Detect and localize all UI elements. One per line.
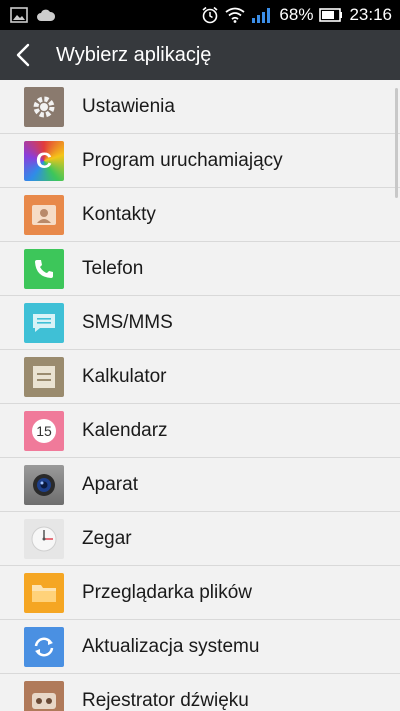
cloud-notification-icon (36, 8, 56, 22)
list-item-camera[interactable]: Aparat (0, 458, 400, 512)
list-item-calculator[interactable]: Kalkulator (0, 350, 400, 404)
app-label: Kalendarz (82, 420, 168, 441)
system-update-icon (24, 627, 64, 667)
app-label: Zegar (82, 528, 132, 549)
page-title: Wybierz aplikację (56, 43, 212, 66)
app-label: Kontakty (82, 204, 156, 225)
calendar-icon: 15 (24, 411, 64, 451)
app-label: Ustawienia (82, 96, 175, 117)
list-item-settings[interactable]: Ustawienia (0, 80, 400, 134)
sound-recorder-icon (24, 681, 64, 711)
clock-time: 23:16 (349, 5, 392, 24)
app-label: Aktualizacja systemu (82, 636, 260, 657)
clock-icon (24, 519, 64, 559)
svg-text:15: 15 (36, 423, 52, 439)
app-label: Telefon (82, 258, 144, 279)
battery-percent: 68% (279, 5, 314, 24)
sms-icon (24, 303, 64, 343)
list-item-file-manager[interactable]: Przeglądarka plików (0, 566, 400, 620)
launcher-icon: C (24, 141, 64, 181)
list-item-sound-recorder[interactable]: Rejestrator dźwięku (0, 674, 400, 711)
app-label: SMS/MMS (82, 312, 173, 333)
status-bar: 68% 23:16 (0, 0, 400, 30)
phone-icon (24, 249, 64, 289)
list-item-contacts[interactable]: Kontakty (0, 188, 400, 242)
app-label: Program uruchamiający (82, 150, 283, 171)
list-item-sms[interactable]: SMS/MMS (0, 296, 400, 350)
list-item-launcher[interactable]: C Program uruchamiający (0, 134, 400, 188)
signal-icon (251, 7, 273, 23)
wifi-icon (225, 7, 245, 23)
app-label: Aparat (82, 474, 138, 495)
camera-icon (24, 465, 64, 505)
battery-icon (319, 8, 343, 22)
calculator-icon (24, 357, 64, 397)
contacts-icon (24, 195, 64, 235)
list-item-clock[interactable]: Zegar (0, 512, 400, 566)
scrollbar[interactable] (395, 88, 398, 198)
app-label: Przeglądarka plików (82, 582, 253, 603)
list-item-system-update[interactable]: Aktualizacja systemu (0, 620, 400, 674)
back-arrow-icon[interactable] (16, 43, 40, 67)
alarm-icon (201, 6, 219, 24)
settings-icon (24, 87, 64, 127)
app-label: Kalkulator (82, 366, 167, 387)
app-bar: Wybierz aplikację (0, 30, 400, 80)
file-manager-icon (24, 573, 64, 613)
app-list: Ustawienia C Program uruchamiający Konta… (0, 80, 400, 711)
list-item-calendar[interactable]: 15 Kalendarz (0, 404, 400, 458)
app-label: Rejestrator dźwięku (82, 690, 249, 711)
list-item-phone[interactable]: Telefon (0, 242, 400, 296)
image-notification-icon (10, 7, 28, 23)
